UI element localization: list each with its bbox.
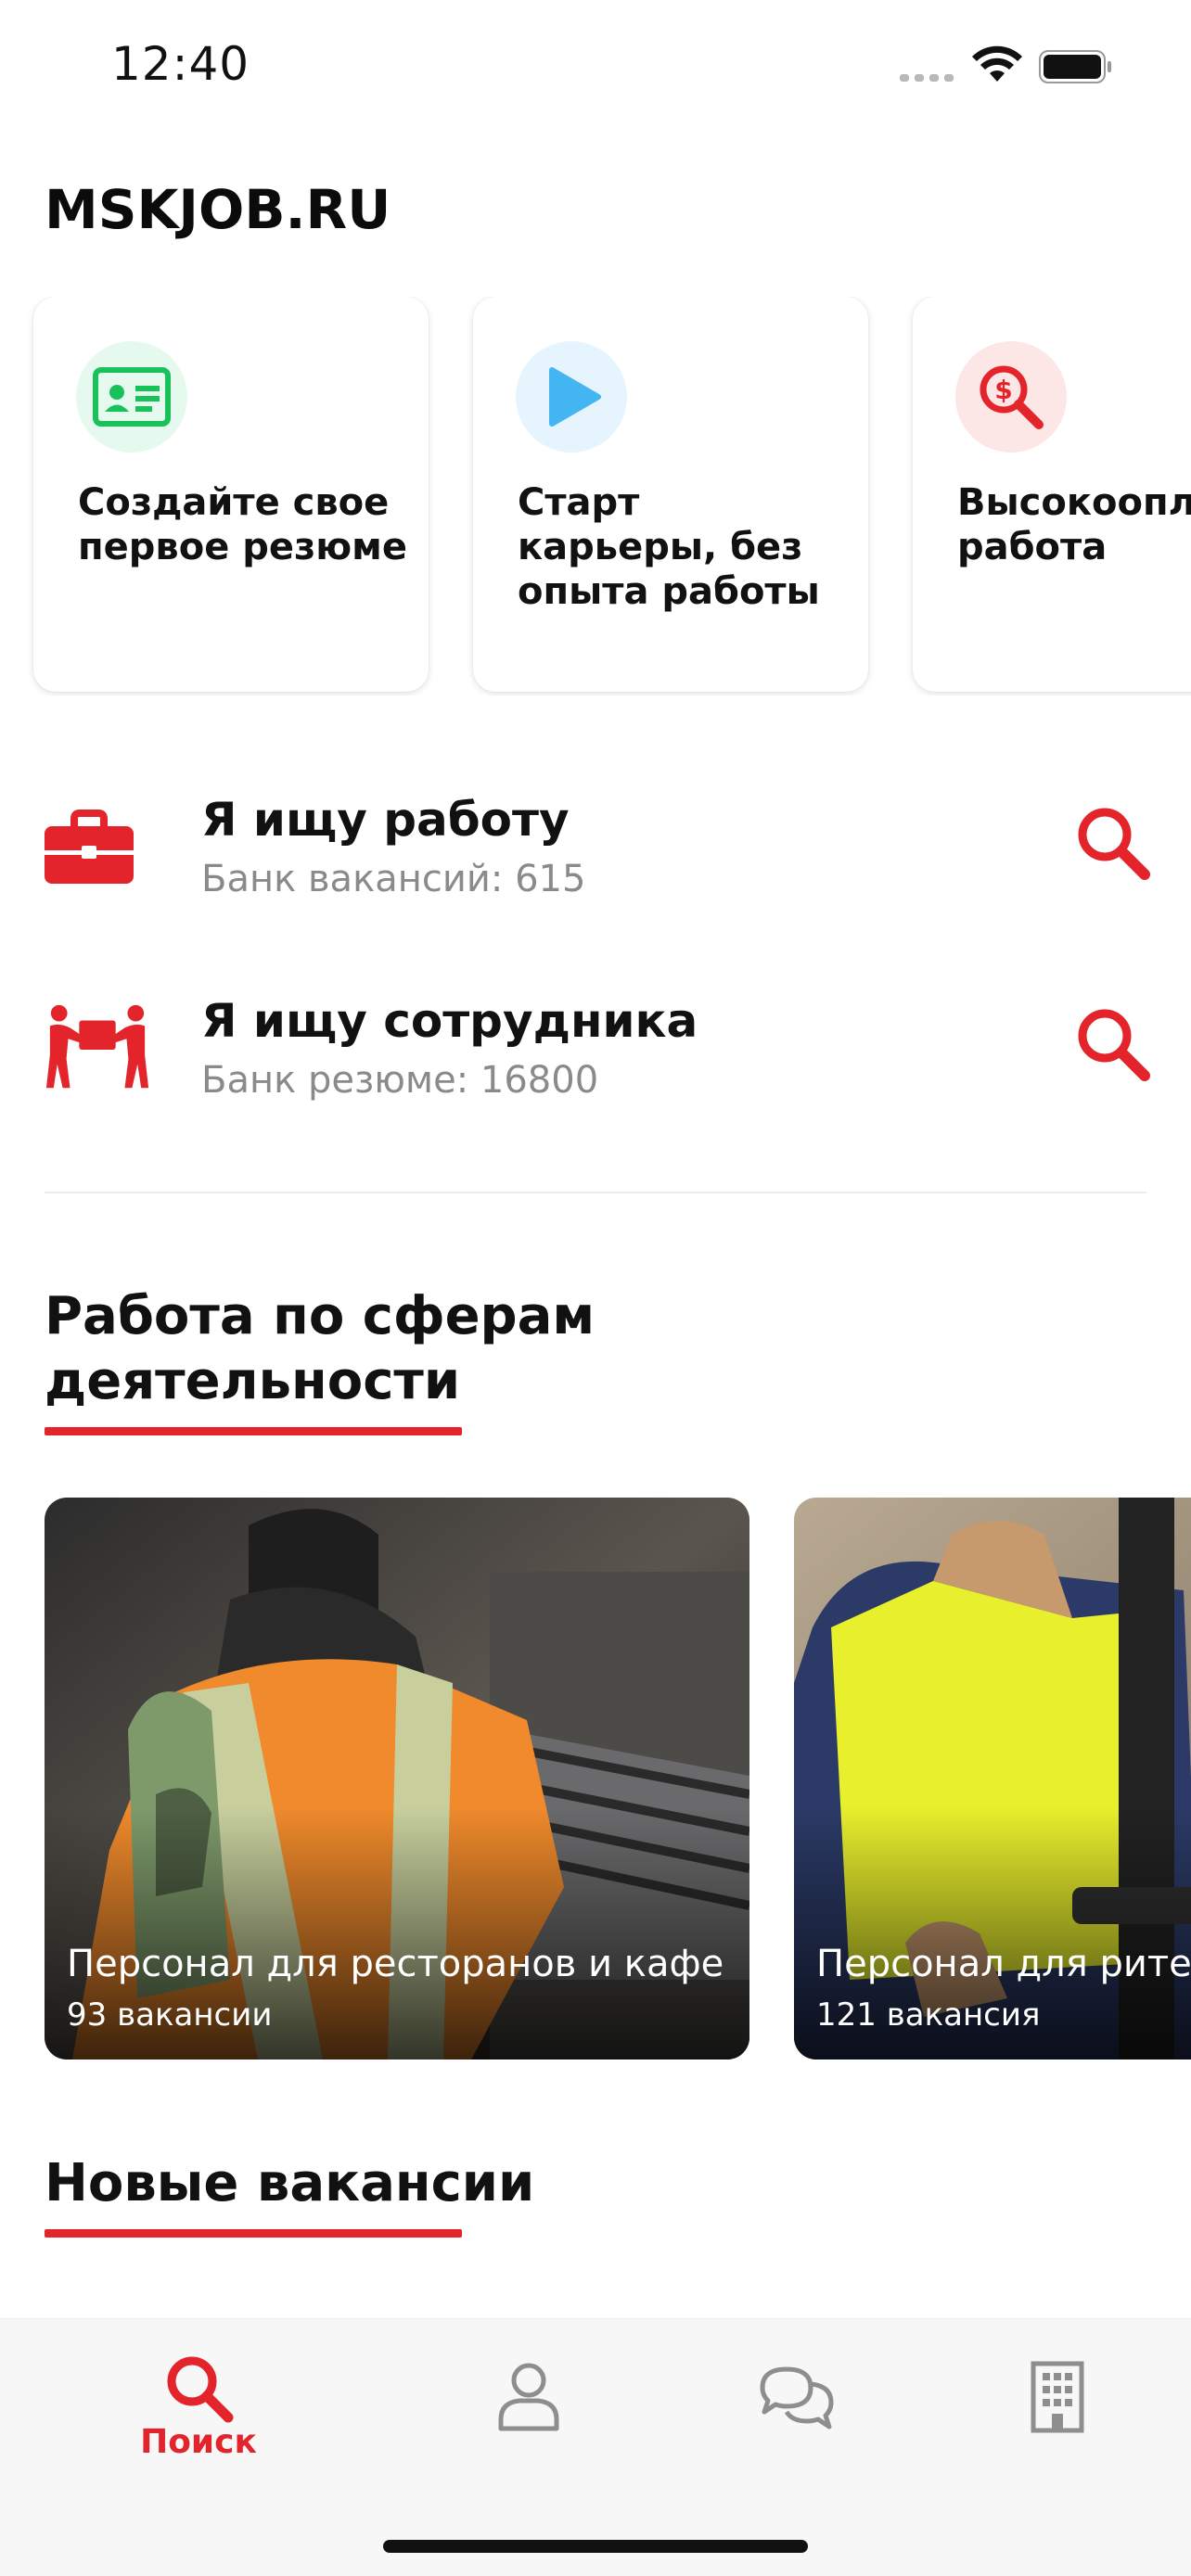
resume-count: Банк резюме: 16800: [201, 1059, 599, 1102]
id-card-icon: [76, 341, 187, 453]
row-title: Я ищу работу: [201, 793, 570, 847]
vacancy-count: Банк вакансий: 615: [201, 858, 586, 900]
search-icon[interactable]: [1074, 1005, 1152, 1083]
section-underline: [45, 2229, 462, 2238]
briefcase-icon: [45, 810, 134, 884]
status-bar: 12:40: [0, 0, 1191, 130]
tab-profile[interactable]: [436, 2319, 621, 2486]
promo-card-career-start[interactable]: Старт карьеры, без опыта работы: [473, 297, 868, 692]
svg-text:$: $: [994, 375, 1012, 405]
category-count: 121 вакансия: [816, 1996, 1041, 2034]
search-employees-row[interactable]: Я ищу сотрудника Банк резюме: 16800: [0, 985, 1191, 1133]
cellular-signal-icon: [900, 74, 954, 82]
search-icon[interactable]: [1074, 804, 1152, 882]
promo-card-high-paid[interactable]: $ Высокооплачиваемая работа: [913, 297, 1191, 692]
divider: [45, 1192, 1146, 1193]
promo-carousel[interactable]: Создайте свое первое резюме Старт карьер…: [0, 297, 1191, 695]
promo-text: Старт карьеры, без опыта работы: [518, 481, 820, 613]
tab-bar: Поиск: [0, 2318, 1191, 2576]
home-indicator: [383, 2540, 808, 2553]
money-search-icon: $: [955, 341, 1067, 453]
tab-messages[interactable]: [701, 2319, 887, 2486]
category-name: Персонал для ритейла: [816, 1943, 1191, 1985]
people-carrying-box-icon: [45, 1004, 149, 1089]
wifi-icon: [972, 45, 1022, 82]
section-underline: [45, 1427, 462, 1435]
section-title-new-vacancies: Новые вакансии: [45, 2153, 535, 2213]
battery-icon: [1039, 50, 1111, 83]
play-icon: [516, 341, 627, 453]
tab-companies[interactable]: [965, 2319, 1150, 2486]
category-count: 93 вакансии: [67, 1996, 273, 2034]
category-card-retail[interactable]: Персонал для ритейла 121 вакансия: [794, 1498, 1191, 2060]
tab-search[interactable]: Поиск: [106, 2319, 291, 2486]
promo-card-create-resume[interactable]: Создайте свое первое резюме: [33, 297, 429, 692]
status-time: 12:40: [111, 37, 250, 91]
promo-text: Создайте свое первое резюме: [78, 481, 407, 568]
section-title-categories: Работа по сферам деятельности: [45, 1286, 596, 1411]
app-title: MSKJOB.RU: [45, 178, 391, 241]
tab-label: Поиск: [140, 2423, 257, 2461]
promo-text: Высокооплачиваемая работа: [957, 481, 1191, 568]
row-title: Я ищу сотрудника: [201, 994, 698, 1048]
search-jobs-row[interactable]: Я ищу работу Банк вакансий: 615: [0, 784, 1191, 932]
user-icon: [498, 2363, 559, 2431]
building-icon: [1031, 2361, 1084, 2433]
category-card-restaurants[interactable]: Персонал для ресторанов и кафе 93 ваканс…: [45, 1498, 749, 2060]
categories-carousel[interactable]: Персонал для ресторанов и кафе 93 ваканс…: [0, 1498, 1191, 2063]
search-icon: [167, 2356, 234, 2423]
chat-icon: [760, 2366, 834, 2429]
category-name: Персонал для ресторанов и кафе: [67, 1943, 724, 1985]
